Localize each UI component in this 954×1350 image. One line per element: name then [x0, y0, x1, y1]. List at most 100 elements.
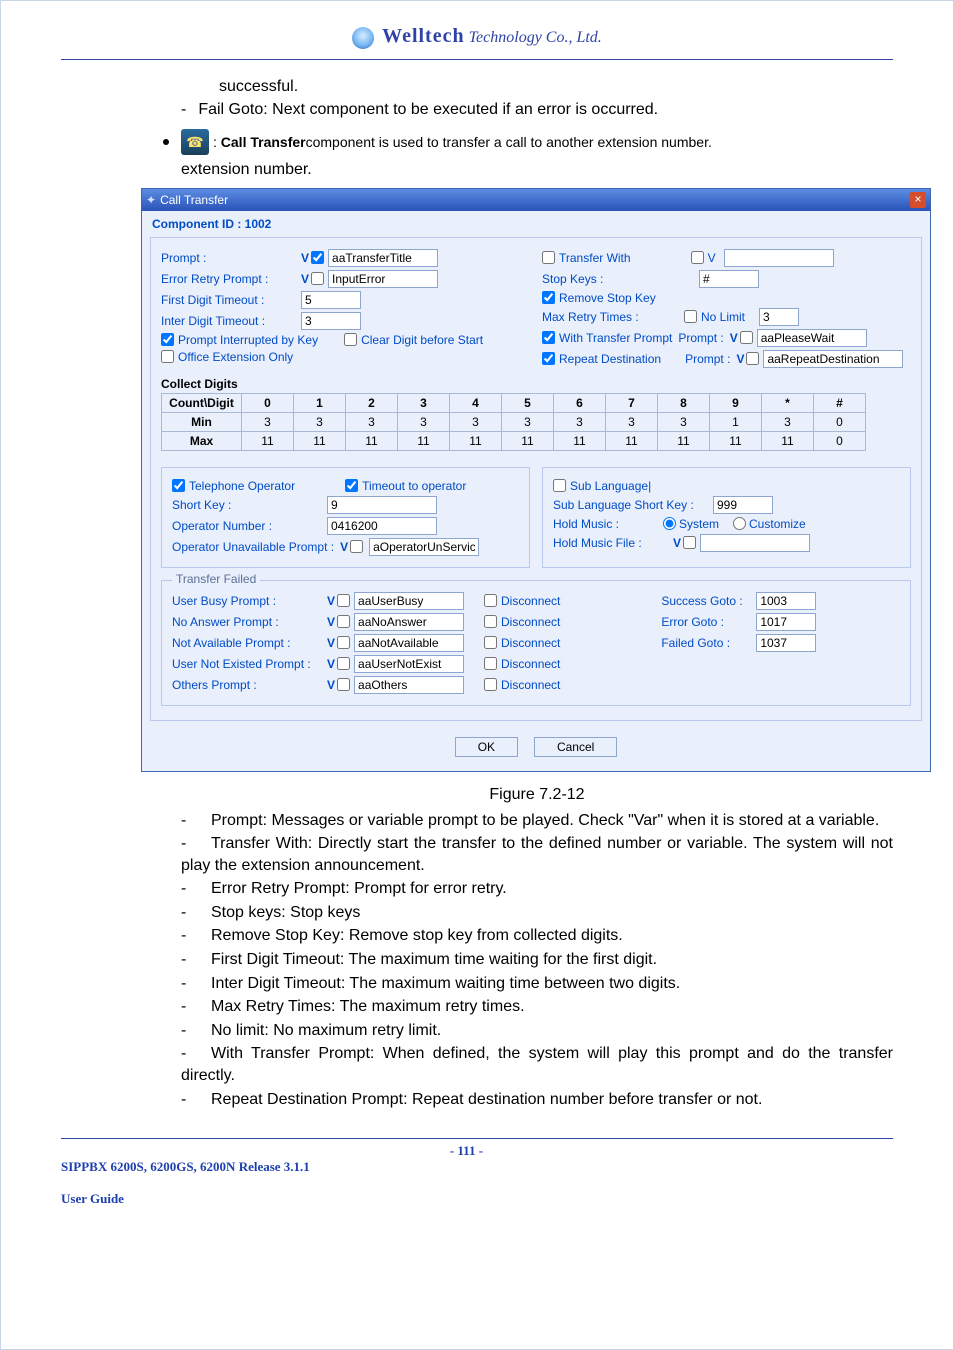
noans-disconnect-check[interactable]: Disconnect	[484, 615, 560, 629]
note-item: -With Transfer Prompt: When defined, the…	[181, 1043, 893, 1086]
repeat-dest-check[interactable]: Repeat Destination	[542, 352, 661, 366]
busy-input[interactable]	[354, 592, 464, 610]
hold-music-customize-radio[interactable]: Customize	[723, 517, 806, 531]
ok-button[interactable]: OK	[455, 737, 518, 757]
hold-file-input[interactable]	[700, 534, 810, 552]
transfer-with-check[interactable]: Transfer With	[542, 251, 631, 265]
success-goto-label: Success Goto :	[661, 594, 756, 608]
first-digit-input[interactable]	[301, 291, 361, 309]
hold-music-system-radio[interactable]: System	[653, 517, 719, 531]
footer-page: - 111 -	[450, 1143, 483, 1207]
navail-var[interactable]	[327, 636, 350, 650]
fail-goto-text: Fail Goto: Next component to be executed…	[198, 101, 658, 118]
with-transfer-check[interactable]: With Transfer Prompt	[542, 331, 672, 345]
err-retry-label: Error Retry Prompt :	[161, 272, 301, 286]
component-id: Component ID : 1002	[152, 217, 920, 231]
others-input[interactable]	[354, 676, 464, 694]
note-item: -Max Retry Times: The maximum retry time…	[181, 996, 893, 1018]
sub-lang-key-input[interactable]	[713, 496, 773, 514]
noans-input[interactable]	[354, 613, 464, 631]
with-transfer-input[interactable]	[757, 329, 867, 347]
op-num-input[interactable]	[327, 517, 437, 535]
noexist-input[interactable]	[354, 655, 464, 673]
transfer-with-v[interactable]: V	[691, 251, 716, 265]
footer-divider	[61, 1138, 893, 1139]
stop-keys-input[interactable]	[699, 270, 759, 288]
max-retry-input[interactable]	[759, 308, 799, 326]
noexist-disconnect-check[interactable]: Disconnect	[484, 657, 560, 671]
remove-stop-check[interactable]: Remove Stop Key	[542, 291, 656, 305]
sub-language-group: Sub Language | Sub Language Short Key : …	[542, 467, 911, 568]
call-transfer-dialog: ✦ Call Transfer × Component ID : 1002 Pr…	[141, 188, 931, 772]
call-transfer-colon: :	[213, 134, 217, 150]
navail-input[interactable]	[354, 634, 464, 652]
tel-op-check[interactable]: Telephone Operator	[172, 479, 295, 493]
call-transfer-rest: component is used to transfer a call to …	[306, 134, 712, 150]
error-goto-label: Error Goto :	[661, 615, 756, 629]
noexist-var[interactable]	[327, 657, 350, 671]
no-limit-check[interactable]: No Limit	[684, 310, 745, 324]
dash: -	[181, 101, 186, 118]
welltech-logo-icon	[352, 27, 374, 49]
first-digit-label: First Digit Timeout :	[161, 293, 301, 307]
company-name: Technology Co., Ltd.	[469, 29, 602, 46]
note-item: -Transfer With: Directly start the trans…	[181, 833, 893, 876]
timeout-op-check[interactable]: Timeout to operator	[345, 479, 466, 493]
op-num-label: Operator Number :	[172, 519, 327, 533]
office-ext-check[interactable]: Office Extension Only	[161, 350, 293, 364]
stop-keys-label: Stop Keys :	[542, 272, 654, 286]
op-unavail-var[interactable]	[340, 540, 363, 554]
note-item: -Error Retry Prompt: Prompt for error re…	[181, 878, 893, 900]
header-divider	[61, 59, 893, 60]
note-item: -First Digit Timeout: The maximum time w…	[181, 949, 893, 971]
note-item: -Inter Digit Timeout: The maximum waitin…	[181, 973, 893, 995]
failed-goto-label: Failed Goto :	[661, 636, 756, 650]
noans-var[interactable]	[327, 615, 350, 629]
busy-disconnect-check[interactable]: Disconnect	[484, 594, 560, 608]
prompt-label: Prompt :	[161, 251, 301, 265]
short-key-input[interactable]	[327, 496, 437, 514]
cancel-button[interactable]: Cancel	[534, 737, 617, 757]
sub-lang-key-label: Sub Language Short Key :	[553, 498, 713, 512]
others-var[interactable]	[327, 678, 350, 692]
prompt-var-check[interactable]	[301, 251, 324, 265]
hold-file-var[interactable]	[673, 536, 696, 550]
err-retry-var-check[interactable]	[301, 272, 324, 286]
transfer-failed-legend: Transfer Failed	[172, 572, 260, 586]
repeat-dest-var[interactable]	[736, 352, 759, 366]
noexist-label: User Not Existed Prompt :	[172, 657, 327, 671]
sub-lang-check[interactable]: Sub Language	[553, 479, 648, 493]
max-retry-label: Max Retry Times :	[542, 310, 654, 324]
close-icon[interactable]: ×	[910, 192, 926, 208]
repeat-dest-input[interactable]	[763, 350, 903, 368]
titlebar: ✦ Call Transfer ×	[142, 189, 930, 211]
busy-var[interactable]	[327, 594, 350, 608]
intro-successful: successful.	[219, 76, 893, 98]
page-header: Welltech Technology Co., Ltd.	[61, 25, 893, 55]
collect-digits-table: Count\Digit0123456789*# Min333333333130 …	[161, 393, 866, 451]
transfer-with-input[interactable]	[724, 249, 834, 267]
op-unavail-input[interactable]	[369, 538, 479, 556]
prompt-interrupted-check[interactable]: Prompt Interrupted by Key	[161, 333, 318, 347]
bullet-icon	[163, 139, 169, 145]
clear-digit-check[interactable]: Clear Digit before Start	[344, 333, 483, 347]
with-transfer-prompt-label: Prompt :	[678, 331, 723, 345]
prompt-input[interactable]	[328, 249, 438, 267]
inter-digit-input[interactable]	[301, 312, 361, 330]
others-label: Others Prompt :	[172, 678, 327, 692]
telephone-operator-group: Telephone Operator Timeout to operator S…	[161, 467, 530, 568]
footer: SIPPBX 6200S, 6200GS, 6200N Release 3.1.…	[61, 1143, 893, 1207]
failed-goto-input[interactable]	[756, 634, 816, 652]
others-disconnect-check[interactable]: Disconnect	[484, 678, 560, 692]
brand-name: Welltech	[382, 25, 464, 47]
op-unavail-label: Operator Unavailable Prompt :	[172, 540, 334, 554]
window-icon: ✦	[146, 193, 156, 207]
with-transfer-var[interactable]	[730, 331, 753, 345]
err-retry-input[interactable]	[328, 270, 438, 288]
short-key-label: Short Key :	[172, 498, 327, 512]
error-goto-input[interactable]	[756, 613, 816, 631]
navail-label: Not Available Prompt :	[172, 636, 327, 650]
navail-disconnect-check[interactable]: Disconnect	[484, 636, 560, 650]
success-goto-input[interactable]	[756, 592, 816, 610]
note-item: -No limit: No maximum retry limit.	[181, 1020, 893, 1042]
